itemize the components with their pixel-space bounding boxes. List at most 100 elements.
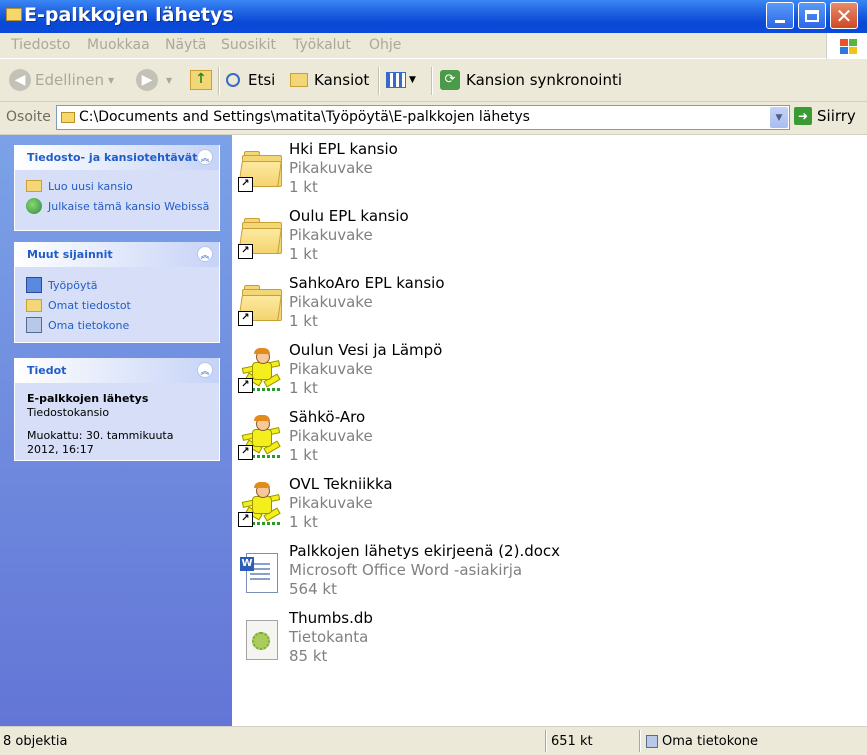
file-size: 1 kt — [289, 446, 318, 464]
toolbar-separator — [218, 67, 220, 95]
folders-icon — [290, 73, 308, 87]
publish-web-link[interactable]: Julkaise tämä kansio Webissä — [26, 196, 219, 216]
file-name: SahkoAro EPL kansio — [289, 274, 445, 292]
file-size: 1 kt — [289, 245, 318, 263]
file-item[interactable]: ↗ Oulu EPL kansio Pikakuvake 1 kt — [232, 204, 832, 270]
maximize-icon — [805, 9, 819, 22]
window-title: E-palkkojen lähetys — [24, 4, 234, 26]
panel-title: Tiedot — [27, 364, 67, 377]
search-label: Etsi — [248, 71, 276, 89]
menu-bar: Tiedosto Muokkaa Näytä Suosikit Työkalut… — [0, 33, 867, 59]
back-label: Edellinen — [35, 71, 104, 89]
file-name: Thumbs.db — [289, 609, 373, 627]
file-item[interactable]: ↗ Oulun Vesi ja Lämpö Pikakuvake 1 kt — [232, 338, 832, 404]
collapse-icon[interactable]: ︽ — [197, 362, 213, 378]
task-pane: Tiedosto- ja kansiotehtävät ︽ Luo uusi k… — [0, 135, 232, 726]
menu-edit[interactable]: Muokkaa — [87, 37, 150, 53]
details-header[interactable]: Tiedot ︽ — [15, 358, 219, 383]
menu-help[interactable]: Ohje — [369, 37, 401, 53]
desktop-icon — [26, 277, 42, 293]
address-dropdown-button[interactable]: ▼ — [770, 107, 788, 128]
runner-shortcut-icon: ↗ — [238, 348, 282, 393]
close-button[interactable]: ✕ — [830, 2, 858, 29]
folder-shortcut-icon: ↗ — [238, 214, 282, 259]
address-input[interactable]: C:\Documents and Settings\matita\Työpöyt… — [56, 105, 790, 130]
runner-shortcut-icon: ↗ — [238, 415, 282, 460]
toolbar-separator — [431, 67, 433, 95]
minimize-button[interactable] — [766, 2, 794, 29]
maximize-button[interactable] — [798, 2, 826, 29]
shortcut-arrow-icon: ↗ — [238, 445, 253, 460]
go-arrow-icon: ➜ — [794, 107, 812, 125]
file-type: Pikakuvake — [289, 494, 373, 512]
views-button[interactable]: ▼ — [386, 67, 416, 93]
file-type: Pikakuvake — [289, 293, 373, 311]
publish-web-label: Julkaise tämä kansio Webissä — [48, 199, 210, 213]
file-type: Pikakuvake — [289, 427, 373, 445]
new-folder-link[interactable]: Luo uusi kansio — [26, 176, 219, 196]
file-item[interactable]: Thumbs.db Tietokanta 85 kt — [232, 606, 832, 672]
title-bar[interactable]: E-palkkojen lähetys ✕ — [0, 0, 867, 33]
desktop-label: Työpöytä — [48, 278, 98, 292]
toolbar-separator — [378, 67, 380, 95]
file-type: Pikakuvake — [289, 360, 373, 378]
file-item[interactable]: ↗ Sähkö-Aro Pikakuvake 1 kt — [232, 405, 832, 471]
globe-icon — [26, 198, 42, 214]
new-folder-label: Luo uusi kansio — [48, 179, 133, 193]
address-bar: Osoite C:\Documents and Settings\matita\… — [0, 102, 867, 135]
back-button[interactable]: ◀ Edellinen ▼ — [9, 67, 114, 93]
sync-button[interactable]: ⟳ Kansion synkronointi — [440, 67, 622, 93]
collapse-icon[interactable]: ︽ — [197, 246, 213, 262]
go-button[interactable]: ➜ Siirry — [794, 107, 856, 125]
word-document-icon: W — [238, 549, 282, 593]
folder-shortcut-icon: ↗ — [238, 281, 282, 326]
status-bar: 8 objektia 651 kt Oma tietokone — [0, 726, 867, 755]
collapse-icon[interactable]: ︽ — [197, 149, 213, 165]
file-size: 1 kt — [289, 312, 318, 330]
menu-file[interactable]: Tiedosto — [11, 37, 70, 53]
back-arrow-icon: ◀ — [9, 69, 31, 91]
details-name: E-palkkojen lähetys — [27, 392, 149, 405]
minimize-icon — [775, 20, 785, 23]
file-size: 1 kt — [289, 178, 318, 196]
forward-button[interactable]: ▶ ▼ — [136, 67, 172, 93]
file-item[interactable]: ↗ SahkoAro EPL kansio Pikakuvake 1 kt — [232, 271, 832, 337]
file-name: OVL Tekniikka — [289, 475, 393, 493]
shortcut-arrow-icon: ↗ — [238, 177, 253, 192]
my-documents-link[interactable]: Omat tiedostot — [26, 295, 219, 315]
menu-favorites[interactable]: Suosikit — [221, 37, 276, 53]
chevron-down-icon: ▼ — [409, 75, 416, 85]
file-item[interactable]: ↗ OVL Tekniikka Pikakuvake 1 kt — [232, 472, 832, 538]
up-folder-button[interactable]: ↑ — [190, 67, 212, 93]
menu-tools[interactable]: Työkalut — [293, 37, 351, 53]
search-button[interactable]: Etsi — [226, 67, 275, 93]
file-tasks-panel: Tiedosto- ja kansiotehtävät ︽ Luo uusi k… — [14, 145, 220, 231]
folders-button[interactable]: Kansiot — [290, 67, 369, 93]
chevron-down-icon: ▼ — [166, 75, 173, 85]
chevron-down-icon: ▼ — [775, 112, 783, 123]
file-name: Palkkojen lähetys ekirjeenä (2).docx — [289, 542, 561, 560]
new-folder-icon — [26, 180, 42, 192]
other-places-header[interactable]: Muut sijainnit ︽ — [15, 242, 219, 267]
file-item[interactable]: ↗ Hki EPL kansio Pikakuvake 1 kt — [232, 137, 832, 203]
address-label: Osoite — [6, 109, 51, 125]
toolbar: ◀ Edellinen ▼ ▶ ▼ ↑ Etsi Kansiot ▼ ⟳ Kan… — [0, 59, 867, 102]
file-tasks-header[interactable]: Tiedosto- ja kansiotehtävät ︽ — [15, 145, 219, 170]
file-name: Oulun Vesi ja Lämpö — [289, 341, 443, 359]
search-icon — [226, 73, 240, 87]
chevron-down-icon: ▼ — [107, 75, 115, 85]
other-places-panel: Muut sijainnit ︽ Työpöytä Omat tiedostot… — [14, 242, 220, 343]
file-type: Microsoft Office Word -asiakirja — [289, 561, 523, 579]
computer-icon — [646, 734, 658, 748]
status-object-count: 8 objektia — [3, 733, 68, 749]
my-documents-icon — [26, 298, 42, 312]
menu-view[interactable]: Näytä — [165, 37, 206, 53]
file-size: 1 kt — [289, 379, 318, 397]
my-computer-link[interactable]: Oma tietokone — [26, 315, 219, 335]
file-item[interactable]: W Palkkojen lähetys ekirjeenä (2).docx M… — [232, 539, 832, 605]
file-size: 85 kt — [289, 647, 328, 665]
file-size: 1 kt — [289, 513, 318, 531]
desktop-link[interactable]: Työpöytä — [26, 275, 219, 295]
close-icon: ✕ — [835, 3, 853, 28]
status-separator — [639, 730, 641, 752]
